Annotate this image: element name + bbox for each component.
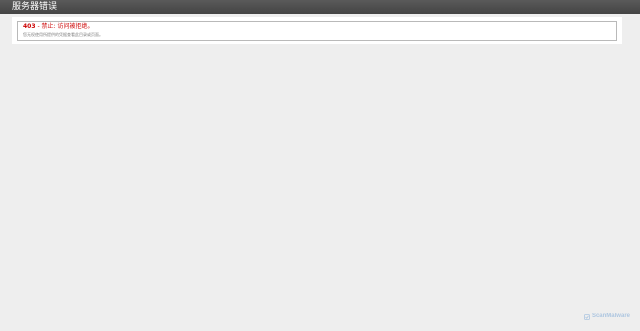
watermark: ScanMalware <box>584 313 630 320</box>
error-heading: 403 - 禁止: 访问被拒绝。 <box>23 23 93 30</box>
content-panel: 403 - 禁止: 访问被拒绝。 您无权使用所提供的凭据查看此目录或页面。 <box>12 17 622 44</box>
error-message: 禁止: 访问被拒绝。 <box>41 23 94 30</box>
header-title: 服务器错误 <box>12 2 58 12</box>
scanmalware-logo-icon <box>584 313 590 320</box>
watermark-text: ScanMalware <box>591 313 630 319</box>
error-code: 403 <box>23 23 36 30</box>
header-bar: 服务器错误 <box>0 0 640 14</box>
error-box: 403 - 禁止: 访问被拒绝。 您无权使用所提供的凭据查看此目录或页面。 <box>17 21 617 41</box>
error-detail: 您无权使用所提供的凭据查看此目录或页面。 <box>23 32 103 37</box>
